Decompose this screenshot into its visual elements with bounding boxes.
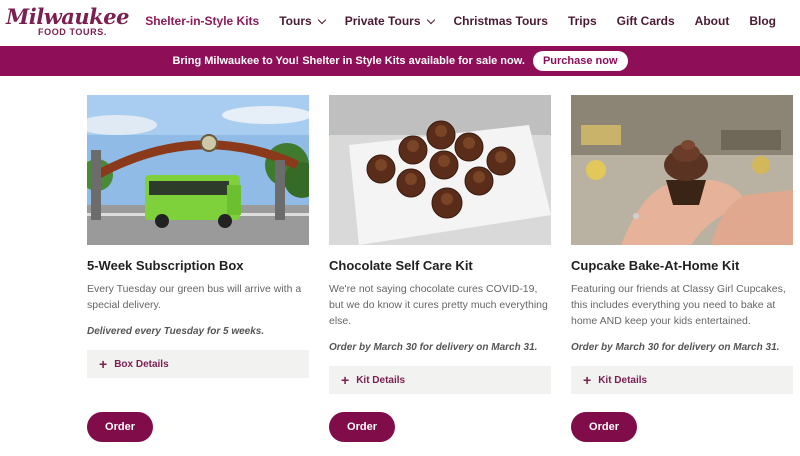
chevron-down-icon [317, 15, 326, 24]
product-delivery-note: Order by March 30 for delivery on March … [329, 342, 538, 353]
product-image-green-bus[interactable] [87, 95, 309, 245]
nav-item-about[interactable]: About [685, 14, 740, 28]
nav-item-blog[interactable]: Blog [739, 14, 786, 28]
kit-details-toggle[interactable]: + Kit Details [571, 366, 793, 394]
product-delivery-note: Delivered every Tuesday for 5 weeks. [87, 326, 265, 337]
plus-icon: + [99, 356, 108, 372]
plus-icon: + [341, 372, 350, 388]
product-image-chocolates[interactable] [329, 95, 551, 245]
product-title: 5-Week Subscription Box [87, 258, 244, 273]
product-image-cupcake[interactable] [571, 95, 793, 245]
product-description: We're not saying chocolate cures COVID-1… [329, 283, 548, 327]
nav-item-trips[interactable]: Trips [558, 14, 607, 28]
nav-item-private-tours[interactable]: Private Tours [335, 14, 444, 28]
product-title: Chocolate Self Care Kit [329, 258, 473, 273]
nav-item-label: Private Tours [344, 14, 421, 28]
nav-item-label: About [694, 14, 730, 28]
product-card-cupcake-kit: Cupcake Bake-At-Home Kit Featuring our f… [571, 95, 793, 394]
product-title: Cupcake Bake-At-Home Kit [571, 258, 740, 273]
details-label: Kit Details [598, 374, 648, 386]
product-card-subscription-box: 5-Week Subscription Box Every Tuesday ou… [87, 95, 309, 378]
nav-item-shelter-in-style-kits[interactable]: Shelter-in-Style Kits [135, 14, 269, 28]
plus-icon: + [583, 372, 592, 388]
site-logo[interactable]: Milwaukee FOOD TOURS. [6, 4, 129, 42]
logo-sub-text: FOOD TOURS. [38, 27, 107, 37]
details-label: Box Details [114, 358, 169, 370]
nav-item-christmas-tours[interactable]: Christmas Tours [444, 14, 558, 28]
product-description: Featuring our friends at Classy Girl Cup… [571, 283, 786, 327]
nav-item-label: Blog [749, 14, 776, 28]
nav-item-label: Tours [279, 14, 312, 28]
banner-text: Bring Milwaukee to You! Shelter in Style… [172, 55, 525, 67]
nav-item-label: Shelter-in-Style Kits [145, 14, 260, 28]
logo-main-text: Milwaukee [6, 4, 129, 29]
details-label: Kit Details [356, 374, 406, 386]
nav-item-tours[interactable]: Tours [269, 14, 334, 28]
product-card-chocolate-kit: Chocolate Self Care Kit We're not saying… [329, 95, 551, 394]
site-header: Milwaukee FOOD TOURS. Shelter-in-Style K… [0, 0, 800, 46]
product-description: Every Tuesday our green bus will arrive … [87, 283, 302, 311]
nav-item-label: Christmas Tours [453, 14, 548, 28]
nav-item-gift-cards[interactable]: Gift Cards [607, 14, 685, 28]
product-delivery-note: Order by March 30 for delivery on March … [571, 342, 780, 353]
purchase-now-button[interactable]: Purchase now [532, 51, 628, 71]
nav-item-label: Trips [567, 14, 597, 28]
main-nav: Shelter-in-Style Kits Tours Private Tour… [135, 0, 786, 42]
nav-item-label: Gift Cards [616, 14, 675, 28]
order-button-chocolate-kit[interactable]: Order [329, 412, 395, 442]
order-button-subscription-box[interactable]: Order [87, 412, 153, 442]
chevron-down-icon [426, 15, 435, 24]
promo-banner: Bring Milwaukee to You! Shelter in Style… [0, 46, 800, 76]
order-button-cupcake-kit[interactable]: Order [571, 412, 637, 442]
box-details-toggle[interactable]: + Box Details [87, 350, 309, 378]
kit-details-toggle[interactable]: + Kit Details [329, 366, 551, 394]
